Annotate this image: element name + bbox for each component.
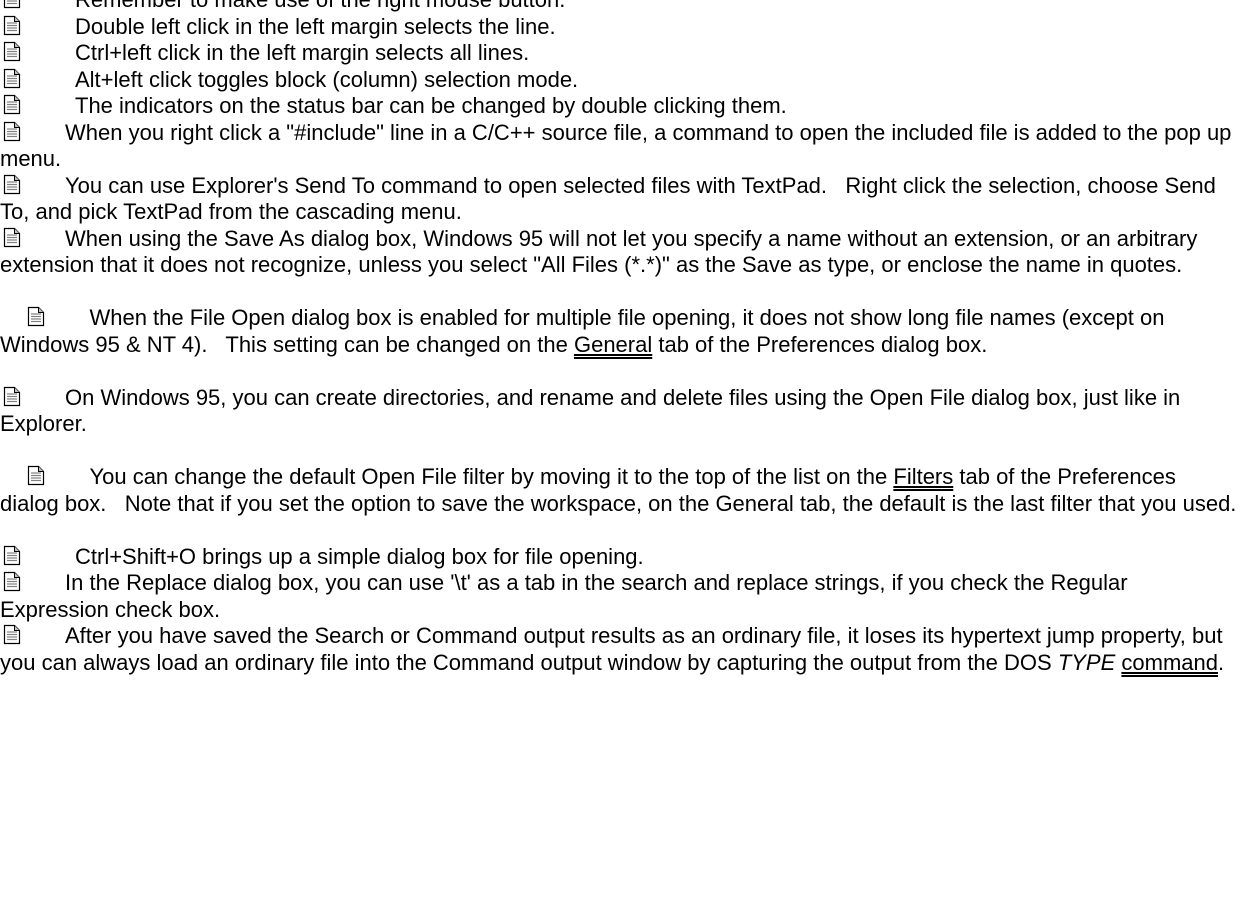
document-icon-graphic [3, 174, 21, 194]
document-icon-graphic [3, 121, 21, 141]
tip-text-before: After you have saved the Search or Comma… [0, 623, 1223, 675]
tip-text-before: You can change the default Open File fil… [89, 464, 894, 489]
document-icon [2, 571, 22, 592]
document-icon [2, 545, 22, 566]
document-icon [2, 386, 22, 407]
tip-text: Remember to make use of the right mouse … [75, 0, 565, 12]
help-page: { "window": { "title": "" }, "tips": [ {… [0, 0, 1260, 897]
tip-item: Ctrl+left click in the left margin selec… [0, 40, 1240, 67]
document-icon-graphic [3, 624, 21, 645]
tip-text: On Windows 95, you can create directorie… [0, 384, 1181, 437]
document-icon-graphic [3, 41, 21, 62]
tip-text: The indicators on the status bar can be … [75, 93, 787, 118]
document-icon-graphic [3, 571, 21, 592]
document-icon [26, 465, 46, 486]
tip-item: Ctrl+Shift+O brings up a simple dialog b… [0, 544, 1240, 571]
document-icon [2, 624, 22, 645]
tip-item: In the Replace dialog box, you can use '… [0, 570, 1240, 623]
tip-item: When using the Save As dialog box, Windo… [0, 226, 1240, 279]
tip-text: You can use Explorer's Send To command t… [0, 172, 1222, 225]
document-icon-graphic [28, 306, 45, 327]
tip-text: Ctrl+Shift+O brings up a simple dialog b… [75, 543, 644, 569]
tip-text-after: . [1218, 649, 1225, 675]
document-icon [2, 227, 22, 248]
tip-item: On Windows 95, you can create directorie… [0, 385, 1240, 438]
document-icon-graphic [3, 386, 21, 406]
document-icon-graphic [3, 15, 21, 35]
tip-text: When you right click a "#include" line i… [0, 119, 1232, 172]
tip-item: When you right click a "#include" line i… [0, 120, 1240, 173]
tip-text-after: tab of the Preferences dialog box. [652, 331, 988, 357]
document-icon-graphic [3, 227, 21, 247]
tip-text: Alt+left click toggles block (column) se… [75, 66, 579, 92]
tip-item: Remember to make use of the right mouse … [0, 0, 1240, 14]
document-icon-graphic [3, 545, 21, 565]
general-tab-link[interactable]: General [574, 332, 652, 357]
tip-item: When the File Open dialog box is enabled… [0, 279, 1240, 385]
document-icon-graphic [3, 68, 21, 88]
type-keyword: TYPE [1057, 649, 1116, 675]
document-icon [2, 121, 22, 142]
document-icon [2, 94, 22, 115]
tip-text: In the Replace dialog box, you can use '… [0, 570, 1128, 622]
document-icon [2, 174, 22, 195]
document-icon [2, 41, 22, 62]
document-icon-graphic [3, 94, 21, 115]
filters-tab-link[interactable]: Filters [893, 464, 953, 489]
tip-item: You can change the default Open File fil… [0, 438, 1240, 544]
command-link[interactable]: command [1121, 650, 1218, 675]
tip-text: When using the Save As dialog box, Windo… [0, 225, 1198, 278]
tip-item: Double left click in the left margin sel… [0, 14, 1240, 41]
document-icon [2, 68, 22, 89]
tip-text: Ctrl+left click in the left margin selec… [75, 40, 530, 65]
tip-item: You can use Explorer's Send To command t… [0, 173, 1240, 226]
tips-list: Remember to make use of the right mouse … [0, 0, 1240, 676]
document-icon-graphic [28, 465, 45, 486]
tip-item: The indicators on the status bar can be … [0, 93, 1240, 120]
document-icon-graphic [3, 0, 21, 9]
document-icon [2, 15, 22, 36]
tip-text: Double left click in the left margin sel… [75, 13, 556, 39]
tip-item: After you have saved the Search or Comma… [0, 623, 1240, 676]
document-icon [26, 306, 46, 327]
tip-item: Alt+left click toggles block (column) se… [0, 67, 1240, 94]
document-icon [2, 0, 22, 9]
